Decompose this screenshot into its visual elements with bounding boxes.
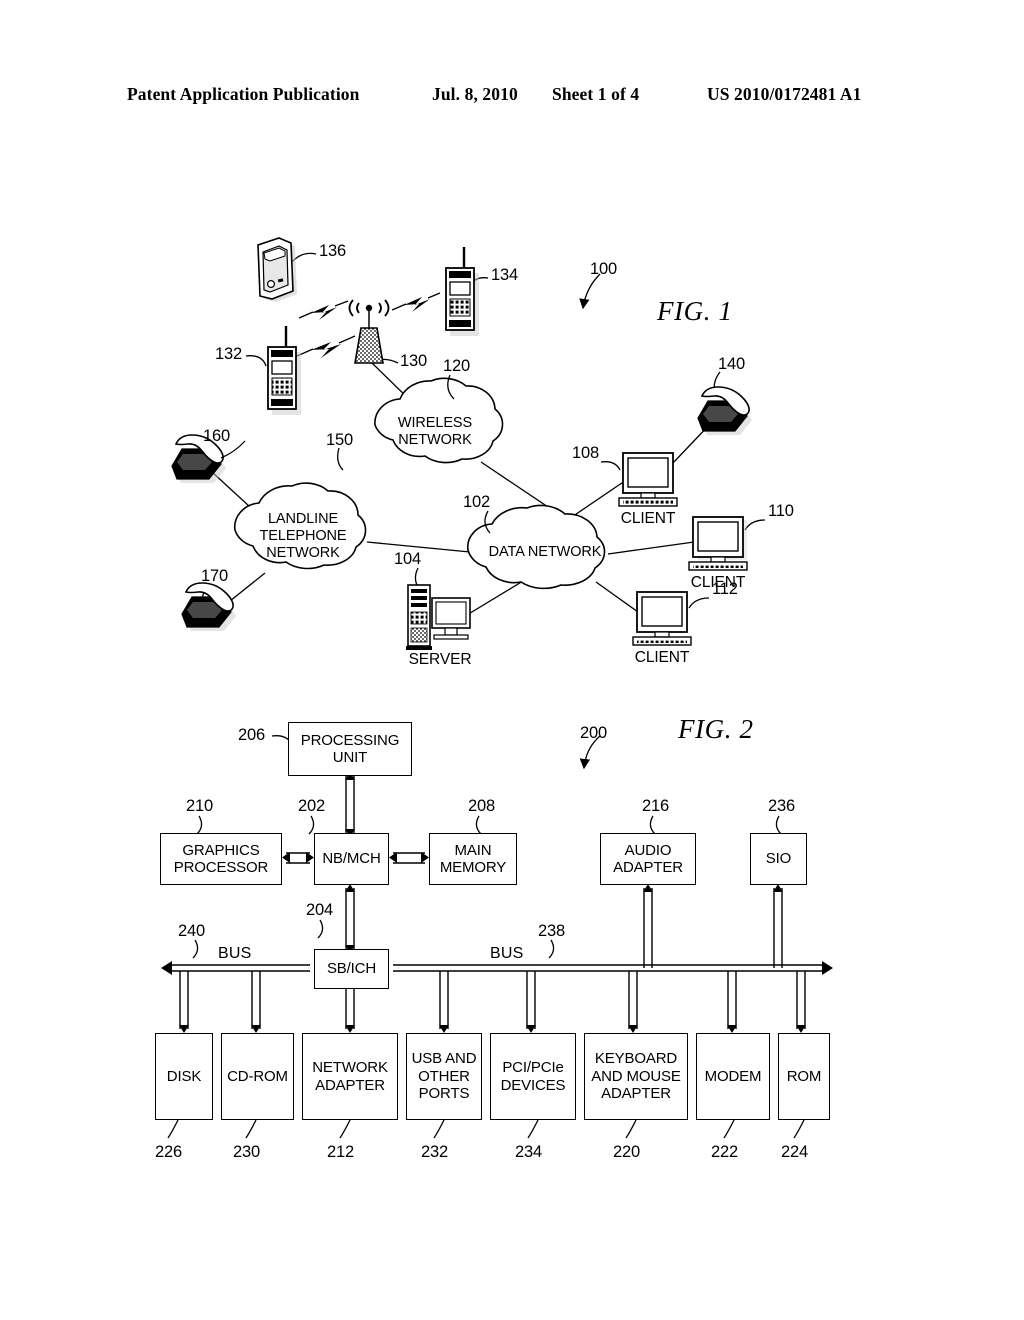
ref-110: 110 bbox=[768, 502, 794, 520]
ref-210: 210 bbox=[186, 797, 213, 815]
ref-232: 232 bbox=[421, 1143, 448, 1161]
ref-130: 130 bbox=[400, 352, 427, 370]
box-processing-unit[interactable]: PROCESSING UNIT bbox=[288, 722, 412, 776]
cell-phone-icon bbox=[267, 326, 301, 415]
ref-100: 100 bbox=[590, 260, 617, 278]
server-icon bbox=[406, 584, 471, 650]
pda-icon bbox=[257, 237, 297, 302]
ref-208: 208 bbox=[468, 797, 495, 815]
landline-network-label: LANDLINE TELEPHONE NETWORK bbox=[259, 511, 347, 561]
ref-240: 240 bbox=[178, 922, 205, 940]
figure-1-title: FIG. 1 bbox=[657, 296, 733, 326]
ref-150: 150 bbox=[326, 431, 353, 449]
ref-200: 200 bbox=[580, 724, 607, 742]
ref-134: 134 bbox=[491, 266, 518, 284]
ref-120: 120 bbox=[443, 357, 470, 375]
ref-204: 204 bbox=[306, 901, 333, 919]
ref-238: 238 bbox=[538, 922, 565, 940]
desk-phone-icon bbox=[181, 582, 236, 631]
ref-224: 224 bbox=[781, 1143, 808, 1161]
ref-170: 170 bbox=[201, 567, 228, 585]
cell-phone-icon bbox=[445, 247, 479, 336]
box-disk[interactable]: DISK bbox=[155, 1033, 213, 1120]
header-document-number: US 2010/0172481 A1 bbox=[707, 84, 862, 104]
box-graphics-processor[interactable]: GRAPHICS PROCESSOR bbox=[160, 833, 282, 885]
bus-left-label: BUS bbox=[218, 945, 252, 962]
ref-136: 136 bbox=[319, 242, 346, 260]
ref-102: 102 bbox=[463, 493, 490, 511]
ref-132: 132 bbox=[215, 345, 242, 363]
data-network-label: DATA NETWORK bbox=[488, 544, 602, 560]
wireless-network-label: WIRELESS NETWORK bbox=[397, 415, 473, 448]
page-header: Patent Application Publication Jul. 8, 2… bbox=[0, 84, 1024, 114]
ref-236: 236 bbox=[768, 797, 795, 815]
header-publication-date: Jul. 8, 2010 bbox=[432, 84, 518, 104]
ref-226: 226 bbox=[155, 1143, 182, 1161]
box-keyboard-and-mouse-adapter[interactable]: KEYBOARD AND MOUSE ADAPTER bbox=[584, 1033, 688, 1120]
figure-2: FIG. 2 200 PROCESSING UNIT GRAPHICS PROC… bbox=[0, 700, 1024, 1200]
box-rom[interactable]: ROM bbox=[778, 1033, 830, 1120]
figure-1: FIG. 1 WIRELESS NETWORK LANDLINE TELEPHO… bbox=[0, 200, 1024, 680]
bus-right-label: BUS bbox=[490, 945, 524, 962]
ref-216: 216 bbox=[642, 797, 669, 815]
ref-212: 212 bbox=[327, 1143, 354, 1161]
client-computer-icon bbox=[618, 452, 678, 507]
box-nb-mch[interactable]: NB/MCH bbox=[314, 833, 389, 885]
ref-160: 160 bbox=[203, 427, 230, 445]
box-modem[interactable]: MODEM bbox=[696, 1033, 770, 1120]
header-sheet-number: Sheet 1 of 4 bbox=[552, 84, 640, 104]
box-pci-pcie-devices[interactable]: PCI/PCIe DEVICES bbox=[490, 1033, 576, 1120]
client-computer-icon bbox=[632, 591, 692, 646]
box-audio-adapter[interactable]: AUDIO ADAPTER bbox=[600, 833, 696, 885]
desk-phone-icon bbox=[697, 386, 752, 435]
ref-104: 104 bbox=[394, 550, 421, 568]
box-network-adapter[interactable]: NETWORK ADAPTER bbox=[302, 1033, 398, 1120]
header-publication-title: Patent Application Publication bbox=[127, 84, 360, 104]
ref-112: 112 bbox=[712, 580, 738, 598]
ref-222: 222 bbox=[711, 1143, 738, 1161]
cell-tower-icon bbox=[348, 299, 390, 364]
box-cd-rom[interactable]: CD-ROM bbox=[221, 1033, 294, 1120]
client-108-caption: CLIENT bbox=[620, 510, 676, 527]
client-112-caption: CLIENT bbox=[634, 649, 690, 666]
box-usb-and-other-ports[interactable]: USB AND OTHER PORTS bbox=[406, 1033, 482, 1120]
ref-234: 234 bbox=[515, 1143, 542, 1161]
ref-206: 206 bbox=[238, 726, 265, 744]
ref-220: 220 bbox=[613, 1143, 640, 1161]
box-sio[interactable]: SIO bbox=[750, 833, 807, 885]
client-computer-icon bbox=[688, 516, 748, 571]
ref-108: 108 bbox=[572, 444, 599, 462]
ref-230: 230 bbox=[233, 1143, 260, 1161]
ref-202: 202 bbox=[298, 797, 325, 815]
box-main-memory[interactable]: MAIN MEMORY bbox=[429, 833, 517, 885]
box-sb-ich[interactable]: SB/ICH bbox=[314, 949, 389, 989]
server-caption: SERVER bbox=[408, 651, 472, 668]
ref-140: 140 bbox=[718, 355, 745, 373]
figure-2-title: FIG. 2 bbox=[678, 714, 754, 744]
